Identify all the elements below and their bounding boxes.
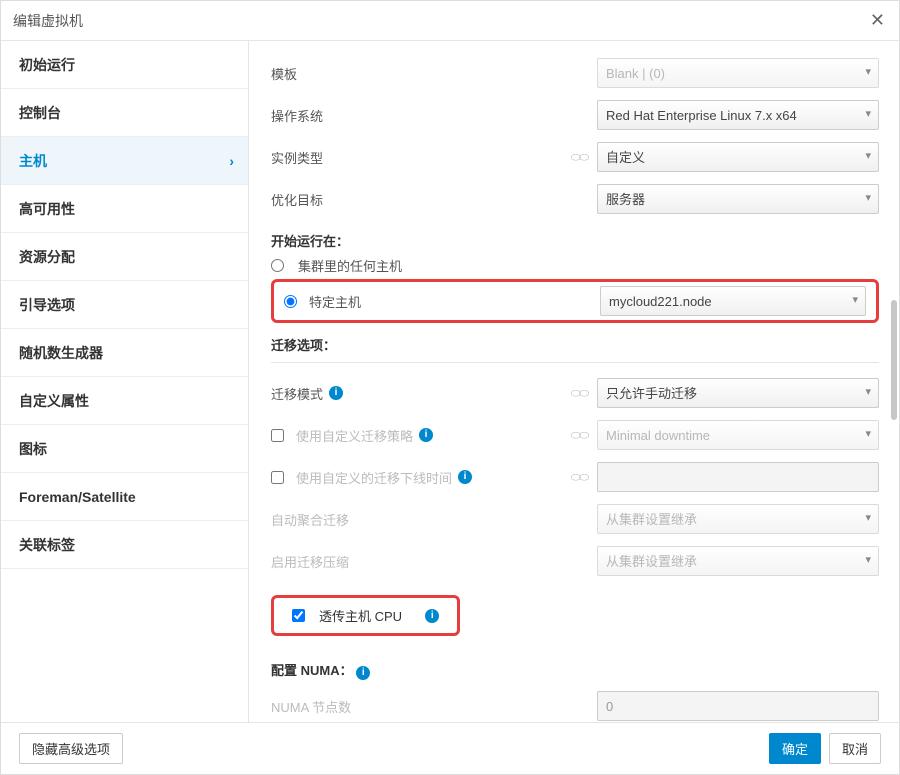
sidebar-item-label: 资源分配 [19,247,75,267]
sidebar-item-initial-run[interactable]: 初始运行 [1,41,248,89]
chevron-right-icon: › [229,153,234,169]
sidebar-item-resource-allocation[interactable]: 资源分配 [1,233,248,281]
hide-advanced-button[interactable]: 隐藏高级选项 [19,733,123,764]
instance-type-label: 实例类型 [271,148,561,167]
info-icon[interactable]: i [356,666,370,680]
numa-nodes-label: NUMA 节点数 [271,697,561,716]
checkbox-passthrough-cpu[interactable] [292,609,305,622]
info-icon[interactable]: i [419,428,433,442]
radio-specific-host-label: 特定主机 [309,292,361,311]
radio-any-host[interactable] [271,259,284,272]
start-on-section-label: 开始运行在： [271,231,879,250]
link-icon: ⬭⬭ [571,150,588,164]
migration-mode-select[interactable]: 只允许手动迁移 [597,378,879,408]
sidebar-item-icon[interactable]: 图标 [1,425,248,473]
edit-vm-dialog: 编辑虚拟机 ✕ 初始运行 控制台 主机 › 高可用性 资源分配 引导选项 随机数… [0,0,900,775]
scrollbar-thumb[interactable] [891,300,897,420]
auto-converge-label: 自动聚合迁移 [271,510,561,529]
template-select[interactable]: Blank | (0) [597,58,879,88]
highlight-specific-host: 特定主机 mycloud221.node [271,279,879,323]
sidebar-item-label: 自定义属性 [19,391,89,411]
os-label: 操作系统 [271,106,561,125]
sidebar-item-custom-properties[interactable]: 自定义属性 [1,377,248,425]
radio-row-any-host: 集群里的任何主机 [271,256,879,275]
checkbox-custom-policy[interactable] [271,429,284,442]
sidebar-item-label: 引导选项 [19,295,75,315]
radio-any-host-label: 集群里的任何主机 [298,256,402,275]
sidebar-item-label: 初始运行 [19,55,75,75]
numa-section-label: 配置 NUMA： i [271,660,879,680]
sidebar-item-label: 控制台 [19,103,61,123]
row-instance-type: 实例类型 ⬭⬭ 自定义 [271,137,879,177]
info-icon[interactable]: i [329,386,343,400]
sidebar-item-foreman-satellite[interactable]: Foreman/Satellite [1,473,248,521]
row-auto-converge: 自动聚合迁移 从集群设置继承 [271,499,879,539]
sidebar-item-label: 关联标签 [19,535,75,555]
row-migration-compress: 启用迁移压缩 从集群设置继承 [271,541,879,581]
info-icon[interactable]: i [425,609,439,623]
info-icon[interactable]: i [458,470,472,484]
link-icon: ⬭⬭ [571,470,588,484]
dialog-body: 初始运行 控制台 主机 › 高可用性 资源分配 引导选项 随机数生成器 自定义属… [1,41,899,722]
sidebar-item-affinity-labels[interactable]: 关联标签 [1,521,248,569]
highlight-passthrough: 透传主机 CPU i [271,595,460,636]
radio-specific-host[interactable] [284,295,297,308]
row-template: 模板 Blank | (0) [271,53,879,93]
cancel-button[interactable]: 取消 [829,733,881,764]
passthrough-label: 透传主机 CPU [319,606,402,625]
custom-downtime-label: 使用自定义的迁移下线时间 [296,468,452,487]
link-icon: ⬭⬭ [571,386,588,400]
sidebar-item-boot-options[interactable]: 引导选项 [1,281,248,329]
row-custom-downtime: 使用自定义的迁移下线时间 i ⬭⬭ [271,457,879,497]
sidebar-item-host[interactable]: 主机 › [1,137,248,185]
auto-converge-select[interactable]: 从集群设置继承 [597,504,879,534]
sidebar-item-high-availability[interactable]: 高可用性 [1,185,248,233]
link-icon: ⬭⬭ [571,428,588,442]
checkbox-custom-downtime[interactable] [271,471,284,484]
close-icon[interactable]: ✕ [870,11,885,29]
migration-compress-label: 启用迁移压缩 [271,552,561,571]
migration-mode-label: 迁移模式 i [271,384,561,403]
sidebar-item-label: 图标 [19,439,47,459]
migration-section-label: 迁移选项： [271,335,879,354]
sidebar: 初始运行 控制台 主机 › 高可用性 资源分配 引导选项 随机数生成器 自定义属… [1,41,249,722]
row-numa-nodes: NUMA 节点数 [271,686,879,722]
optimize-select[interactable]: 服务器 [597,184,879,214]
sidebar-item-rng[interactable]: 随机数生成器 [1,329,248,377]
ok-button[interactable]: 确定 [769,733,821,764]
row-custom-policy: 使用自定义迁移策略 i ⬭⬭ Minimal downtime [271,415,879,455]
sidebar-item-label: 主机 [19,151,47,171]
content-panel: 模板 Blank | (0) 操作系统 Red Hat Enterprise L… [249,41,899,722]
optimize-label: 优化目标 [271,190,561,209]
sidebar-item-label: Foreman/Satellite [19,489,136,505]
numa-nodes-input[interactable] [597,691,879,721]
dialog-header: 编辑虚拟机 ✕ [1,1,899,41]
migration-compress-select[interactable]: 从集群设置继承 [597,546,879,576]
scrollbar[interactable] [891,41,897,722]
template-label: 模板 [271,64,561,83]
instance-type-select[interactable]: 自定义 [597,142,879,172]
custom-policy-select[interactable]: Minimal downtime [597,420,879,450]
dialog-title: 编辑虚拟机 [13,11,83,31]
dialog-footer: 隐藏高级选项 确定 取消 [1,722,899,774]
os-select[interactable]: Red Hat Enterprise Linux 7.x x64 [597,100,879,130]
sidebar-item-label: 高可用性 [19,199,75,219]
row-optimize: 优化目标 服务器 [271,179,879,219]
separator [271,362,879,363]
sidebar-item-console[interactable]: 控制台 [1,89,248,137]
row-migration-mode: 迁移模式 i ⬭⬭ 只允许手动迁移 [271,373,879,413]
custom-policy-label: 使用自定义迁移策略 [296,426,413,445]
custom-downtime-input[interactable] [597,462,879,492]
sidebar-item-label: 随机数生成器 [19,343,103,363]
specific-host-select[interactable]: mycloud221.node [600,286,866,316]
row-os: 操作系统 Red Hat Enterprise Linux 7.x x64 [271,95,879,135]
